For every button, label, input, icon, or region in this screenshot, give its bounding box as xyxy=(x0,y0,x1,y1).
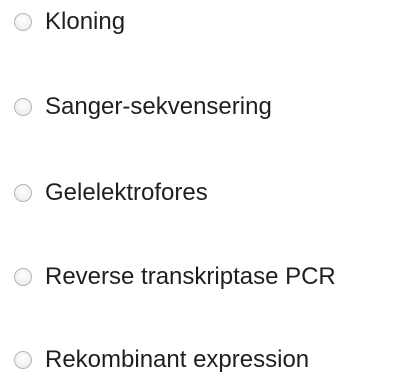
option-label[interactable]: Rekombinant expression xyxy=(45,348,309,372)
radio-option-list: Kloning Sanger-sekvensering Gelelektrofo… xyxy=(0,0,412,388)
radio-button[interactable] xyxy=(14,13,32,31)
radio-button[interactable] xyxy=(14,351,32,369)
radio-button[interactable] xyxy=(14,98,32,116)
option-label[interactable]: Kloning xyxy=(45,10,125,34)
radio-button[interactable] xyxy=(14,184,32,202)
option-label[interactable]: Gelelektrofores xyxy=(45,181,208,205)
option-label[interactable]: Sanger-sekvensering xyxy=(45,95,272,119)
option-label[interactable]: Reverse transkriptase PCR xyxy=(45,265,336,289)
radio-button[interactable] xyxy=(14,268,32,286)
